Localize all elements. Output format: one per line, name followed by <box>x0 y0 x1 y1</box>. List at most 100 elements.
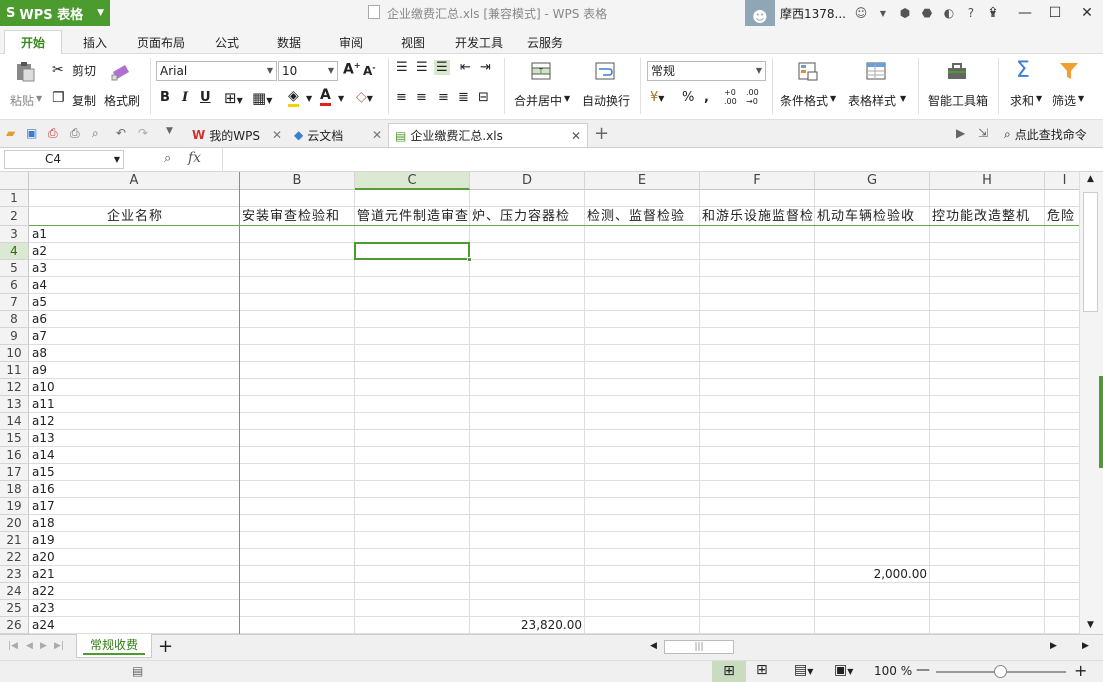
company-name-cell[interactable]: a11 <box>32 396 239 413</box>
zoom-level[interactable]: 100 % <box>874 664 912 678</box>
hscroll-left-icon[interactable]: ◀ <box>650 641 657 651</box>
value-cell[interactable]: 23,820.00 <box>470 617 582 634</box>
value-cell[interactable]: 2,000.00 <box>815 566 927 583</box>
hscroll-thumb[interactable]: ||| <box>664 640 734 654</box>
justify-icon[interactable]: ≣ <box>458 90 469 105</box>
app-menu-button[interactable]: S WPS 表格 ▼ <box>0 0 110 26</box>
table-style-button[interactable]: 表格样式 <box>848 92 896 109</box>
company-name-cell[interactable]: a12 <box>32 413 239 430</box>
font-color-icon[interactable]: A <box>320 87 331 106</box>
avatar[interactable]: ☻ <box>745 0 775 26</box>
align-middle-icon[interactable]: ☰ <box>416 60 428 75</box>
row-header[interactable]: 24 <box>0 583 29 600</box>
increase-font-icon[interactable]: A+ <box>343 61 361 78</box>
column-header[interactable]: A <box>29 172 240 190</box>
row-header[interactable]: 22 <box>0 549 29 566</box>
wrap-text-icon[interactable] <box>594 60 616 82</box>
select-all-corner[interactable] <box>0 172 29 190</box>
increase-indent-icon[interactable]: ⇥ <box>480 60 491 75</box>
settings-icon[interactable]: ⬣ <box>916 6 938 20</box>
save-icon[interactable]: ▣ <box>26 126 37 140</box>
zoom-in-icon[interactable]: + <box>1074 661 1087 680</box>
column-header[interactable]: F <box>700 172 815 190</box>
align-right-icon[interactable]: ≡ <box>438 90 449 105</box>
conditional-format-button[interactable]: 条件格式 <box>780 92 828 109</box>
decrease-decimal-icon[interactable]: .00 →0 <box>746 88 759 106</box>
add-sheet-icon[interactable]: + <box>158 636 173 657</box>
paste-icon[interactable] <box>14 60 36 82</box>
company-name-cell[interactable]: a24 <box>32 617 239 634</box>
hscroll-end-icon[interactable]: ▶ <box>1082 641 1089 651</box>
zoom-slider[interactable] <box>936 665 1066 678</box>
minimize-button[interactable]: — <box>1010 0 1040 26</box>
row-header[interactable]: 15 <box>0 430 29 447</box>
menu-item-insert[interactable]: 插入 <box>70 30 120 54</box>
bold-icon[interactable]: B <box>160 90 170 105</box>
chevron-down-icon[interactable]: ▼ <box>1078 94 1084 103</box>
tab-cloud-docs[interactable]: ◆ 云文档 ✕ <box>288 123 386 147</box>
row-header[interactable]: 13 <box>0 396 29 413</box>
copy-icon[interactable]: ❐ <box>52 90 65 106</box>
company-name-cell[interactable]: a22 <box>32 583 239 600</box>
close-icon[interactable]: ✕ <box>372 128 382 142</box>
row-header[interactable]: 10 <box>0 345 29 362</box>
company-name-cell[interactable]: a10 <box>32 379 239 396</box>
close-button[interactable]: ✕ <box>1072 0 1102 26</box>
header-cell[interactable]: 机动车辆检验收 <box>817 208 929 226</box>
row-header[interactable]: 8 <box>0 311 29 328</box>
row-header[interactable]: 19 <box>0 498 29 515</box>
company-name-cell[interactable]: a20 <box>32 549 239 566</box>
company-name-cell[interactable]: a19 <box>32 532 239 549</box>
customize-toolbar-icon[interactable]: ▼ <box>166 126 173 136</box>
align-left-icon[interactable]: ≡ <box>396 90 407 105</box>
feedback-icon[interactable]: ◐ <box>938 6 960 20</box>
chevron-down-icon[interactable]: ▼ <box>900 94 906 103</box>
tab-my-wps[interactable]: W 我的WPS ✕ <box>186 123 286 147</box>
username[interactable]: 摩西1378... <box>780 5 846 22</box>
align-center-icon[interactable]: ≡ <box>416 90 427 105</box>
row-header[interactable]: 26 <box>0 617 29 634</box>
close-icon[interactable]: ✕ <box>571 129 581 143</box>
menu-item-data[interactable]: 数据 <box>264 30 314 54</box>
header-cell[interactable]: 企业名称 <box>31 208 239 226</box>
redo-icon[interactable]: ↷ <box>138 126 148 140</box>
toolbox-icon[interactable] <box>946 60 968 82</box>
smart-toolbox-button[interactable]: 智能工具箱 <box>928 92 988 109</box>
chevron-down-icon[interactable]: ▼ <box>564 94 570 103</box>
hscroll-track[interactable]: ||| <box>664 640 1044 654</box>
fx-icon[interactable]: fx <box>188 150 201 166</box>
row-header[interactable]: 6 <box>0 277 29 294</box>
row-header[interactable]: 23 <box>0 566 29 583</box>
eye-protection-icon[interactable]: ▣▼ <box>834 662 853 678</box>
cut-button[interactable]: 剪切 <box>72 62 96 79</box>
row-header[interactable]: 14 <box>0 413 29 430</box>
company-name-cell[interactable]: a13 <box>32 430 239 447</box>
column-header[interactable]: C <box>355 172 470 190</box>
currency-icon[interactable]: ¥▼ <box>650 90 664 105</box>
undo-icon[interactable]: ↶ <box>116 126 126 140</box>
chevron-down-icon[interactable]: ▼ <box>1036 94 1042 103</box>
scroll-up-icon[interactable]: ▲ <box>1087 174 1094 184</box>
company-name-cell[interactable]: a9 <box>32 362 239 379</box>
fill-handle[interactable] <box>467 257 472 262</box>
row-header[interactable]: 20 <box>0 515 29 532</box>
column-header[interactable]: H <box>930 172 1045 190</box>
zoom-out-icon[interactable]: — <box>916 662 930 678</box>
header-cell[interactable]: 安装审查检验和 <box>242 208 354 226</box>
zoom-formula-icon[interactable]: ⌕ <box>164 151 171 166</box>
account-badge-icon[interactable]: ☺ <box>850 6 872 20</box>
reading-mode-icon[interactable]: ▤▼ <box>794 662 813 678</box>
fill-pattern-icon[interactable]: ▦▼ <box>252 89 272 107</box>
row-header[interactable]: 17 <box>0 464 29 481</box>
skin-icon[interactable]: ⬢ <box>894 6 916 20</box>
tab-spreadsheet[interactable]: ▤ 企业缴费汇总.xls ✕ <box>388 123 588 147</box>
header-cell[interactable]: 炉、压力容器检 <box>472 208 584 226</box>
font-size-select[interactable]: 10 ▼ <box>278 61 338 81</box>
normal-view-icon[interactable]: ⊞ <box>712 661 746 682</box>
header-cell[interactable]: 和游乐设施监督检 <box>702 208 814 226</box>
search-command[interactable]: ⌕ 点此查找命令 <box>1004 126 1087 143</box>
sheet-nav-prev-icon[interactable]: ◀ <box>26 641 33 651</box>
column-header[interactable]: E <box>585 172 700 190</box>
active-cell-cursor[interactable] <box>354 242 470 260</box>
percent-icon[interactable]: % <box>682 90 694 105</box>
